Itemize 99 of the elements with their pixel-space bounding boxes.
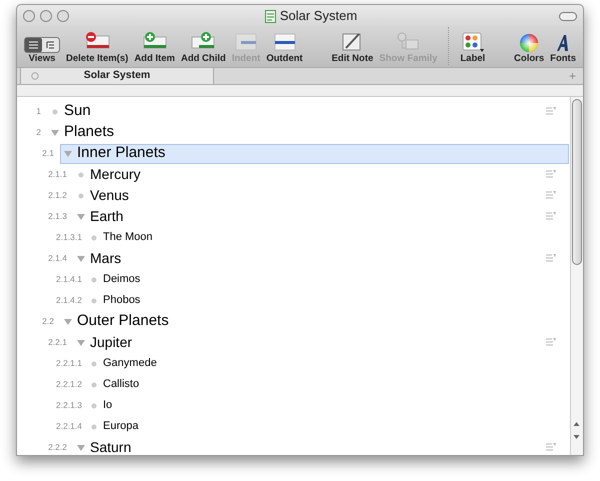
row-number: 2.2.2 (47, 441, 68, 454)
outline-item: Europa (103, 419, 138, 434)
row-number: 2.1.4.1 (56, 273, 83, 286)
note-icon[interactable] (546, 254, 556, 263)
outline-item: Inner Planets (77, 143, 166, 164)
window-control-icon[interactable] (23, 10, 35, 22)
toolbar-toggle-icon[interactable] (559, 12, 577, 20)
outline-item: Earth (90, 207, 124, 226)
outline-item: Ganymede (103, 356, 157, 372)
window-control-icon[interactable] (57, 10, 69, 22)
bullet-icon (52, 108, 58, 114)
bullet-icon (78, 192, 84, 198)
expanded-triangle-icon[interactable] (77, 338, 85, 346)
outline-item: Callisto (103, 377, 140, 392)
expanded-triangle-icon[interactable] (77, 212, 85, 220)
document-tab[interactable]: Solar System (20, 68, 214, 84)
note-icon[interactable] (546, 191, 556, 200)
outline-item: Planets (64, 122, 114, 142)
bullet-icon (91, 382, 97, 388)
outline-item: Deimos (103, 272, 140, 288)
outline-row[interactable]: Planets (47, 122, 569, 142)
expanded-triangle-icon[interactable] (77, 444, 85, 452)
outdent-icon (272, 31, 297, 53)
note-icon[interactable] (546, 338, 556, 347)
outline-item: Mercury (90, 165, 141, 184)
bullet-icon (91, 298, 97, 304)
toolbar-button[interactable]: Label (457, 29, 488, 65)
row-number: 2.1.4 (47, 252, 68, 265)
toolbar-button[interactable]: Colors (511, 29, 548, 65)
outline-row[interactable]: The Moon (86, 228, 569, 248)
row-number: 1 (35, 105, 42, 118)
outline-row[interactable]: Earth (73, 206, 569, 226)
row-number: 2.2.1.4 (56, 420, 83, 433)
bullet-icon (91, 360, 97, 366)
indent-icon (234, 31, 258, 53)
toolbar-button[interactable]: Outdent (263, 29, 306, 65)
expanded-triangle-icon[interactable] (64, 318, 72, 326)
note-icon[interactable] (546, 107, 556, 116)
outline-row[interactable]: Phobos (86, 290, 569, 310)
expanded-triangle-icon[interactable] (64, 150, 72, 158)
row-number: 2.2.1.1 (56, 357, 83, 370)
row-number: 2.1.2 (47, 189, 68, 202)
outline-row[interactable]: Jupiter (73, 332, 569, 352)
outline-row[interactable]: Deimos (86, 270, 569, 290)
outline-row[interactable]: Ganymede (86, 354, 569, 374)
outline-row[interactable]: Mercury (73, 164, 569, 184)
bullet-icon (91, 402, 97, 408)
document-icon (264, 10, 276, 22)
bullet-icon (91, 276, 97, 282)
row-number: 2.1.4.2 (56, 294, 83, 307)
outline-item: Io (103, 398, 112, 414)
color-label-icon (460, 31, 485, 53)
expanded-triangle-icon[interactable] (77, 254, 85, 262)
outline-row[interactable]: Io (86, 396, 569, 416)
row-number: 2.2.1.2 (56, 378, 83, 391)
outline-item: The Moon (103, 230, 153, 246)
outline-row[interactable]: Europa (86, 416, 569, 436)
outline-item: Outer Planets (77, 311, 169, 332)
row-number: 2.2.1.3 (56, 399, 83, 412)
outline-row[interactable]: Venus (73, 186, 569, 206)
row-number: 2.1.3 (47, 210, 68, 223)
window-title: Solar System (280, 7, 358, 26)
pencil-note-icon (341, 31, 364, 53)
row-number: 2.2.1 (47, 336, 68, 349)
bullet-icon (78, 172, 84, 178)
color-wheel-icon (519, 33, 540, 53)
row-number: 2.2 (41, 315, 55, 328)
toolbar-button[interactable]: Views (21, 29, 63, 65)
outline-row[interactable]: Saturn (73, 438, 569, 455)
row-number: 2 (35, 126, 42, 139)
scrollbar[interactable] (570, 97, 583, 455)
outline-item: Phobos (103, 293, 140, 308)
toolbar-button[interactable]: Fonts (547, 29, 579, 65)
expanded-triangle-icon[interactable] (51, 128, 59, 136)
toolbar-button[interactable]: Add Child (178, 29, 229, 65)
toolbar-button[interactable]: Delete Item(s) (63, 29, 132, 65)
note-icon[interactable] (546, 443, 556, 452)
outline-row[interactable]: Callisto (86, 374, 569, 394)
outline-row[interactable]: Mars (73, 248, 569, 268)
outline-row[interactable]: Outer Planets (60, 312, 569, 332)
outline-item: Sun (64, 101, 91, 122)
row-number: 2.1 (41, 147, 55, 160)
outline-item: Jupiter (90, 333, 132, 352)
bullet-icon (91, 424, 97, 430)
outline-row[interactable]: Sun (47, 102, 569, 122)
note-icon[interactable] (546, 212, 556, 221)
outline-item: Mars (90, 249, 122, 268)
tab-close-icon[interactable] (31, 72, 39, 80)
view-mode-segmented-icon[interactable] (24, 37, 60, 53)
toolbar-button[interactable]: Edit Note (328, 29, 376, 65)
outline-item: Venus (90, 186, 129, 205)
selected-row[interactable]: Inner Planets (60, 144, 569, 164)
toolbar-button[interactable]: Add Item (131, 29, 178, 65)
outline-item: Saturn (90, 438, 132, 455)
window-control-icon[interactable] (40, 10, 52, 22)
row-number: 2.1.1 (47, 168, 68, 181)
row-number: 2.1.3.1 (56, 231, 83, 244)
bullet-icon (91, 234, 97, 240)
note-icon[interactable] (546, 170, 556, 179)
